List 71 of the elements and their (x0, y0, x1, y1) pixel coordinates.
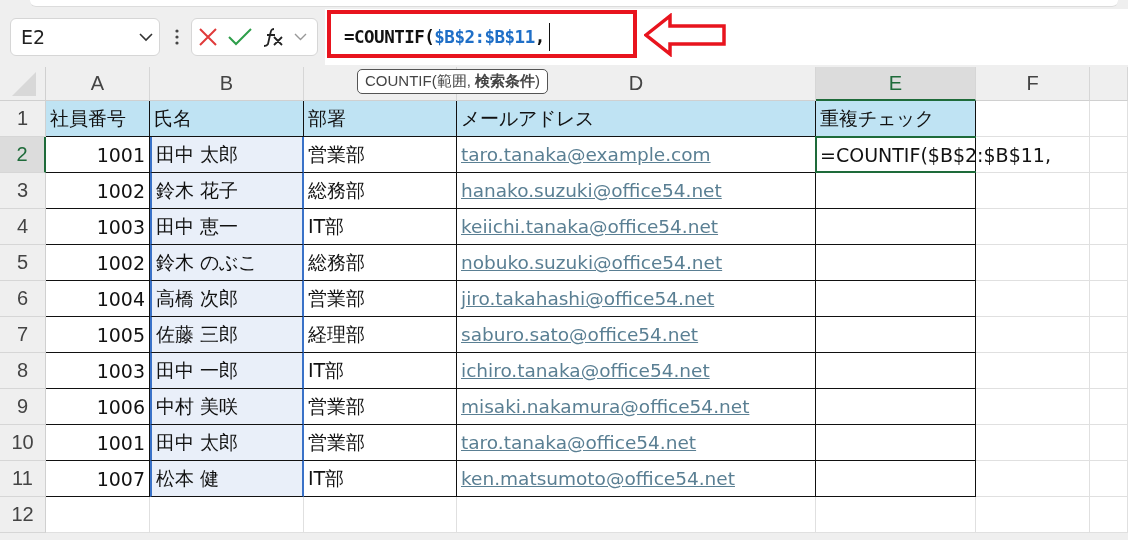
name-cell: 田中 太郎 (150, 425, 304, 461)
empty-cell (1090, 101, 1128, 137)
email-link[interactable]: ichiro.tanaka@office54.net (461, 360, 710, 381)
formula-input[interactable]: =COUNTIF($B$2:$B$11, (325, 9, 1128, 65)
email-link[interactable]: ken.matsumoto@office54.net (461, 468, 735, 489)
column-header[interactable]: F (976, 67, 1090, 101)
name-cell: 高橋 次郎 (150, 281, 304, 317)
department-cell: 経理部 (304, 317, 457, 353)
name-cell: 鈴木 のぶこ (150, 245, 304, 281)
empty-cell (1090, 353, 1128, 389)
department-cell: 営業部 (304, 281, 457, 317)
caret-icon[interactable] (294, 33, 307, 41)
empty-cell (1090, 173, 1128, 209)
arrow-icon (644, 13, 726, 57)
empty-cell (1090, 281, 1128, 317)
name-box[interactable]: E2 (10, 18, 160, 56)
department-cell: 総務部 (304, 245, 457, 281)
email-link[interactable]: taro.tanaka@office54.net (461, 432, 697, 453)
cancel-icon[interactable] (198, 27, 218, 47)
name-cell: 佐藤 三郎 (150, 317, 304, 353)
empty-cell (1090, 389, 1128, 425)
empty-cell (1090, 461, 1128, 497)
empty-cell (1090, 209, 1128, 245)
row-header[interactable]: 12 (0, 497, 46, 533)
empty-cell (1090, 497, 1128, 533)
email-link[interactable]: saburo.sato@office54.net (461, 324, 699, 345)
row-header[interactable]: 6 (0, 281, 46, 317)
email-link[interactable]: hanako.suzuki@office54.net (461, 180, 722, 201)
name-cell: 田中 恵一 (150, 209, 304, 245)
empty-cell (1090, 317, 1128, 353)
row-header[interactable]: 1 (0, 101, 46, 137)
header-cell: 社員番号 (46, 101, 150, 137)
row-header[interactable]: 2 (0, 137, 46, 173)
more-icon[interactable] (175, 29, 179, 45)
department-cell: 営業部 (304, 425, 457, 461)
email-link[interactable]: misaki.nakamura@office54.net (461, 396, 750, 417)
row-header[interactable]: 5 (0, 245, 46, 281)
department-cell: IT部 (304, 461, 457, 497)
department-cell: 営業部 (304, 137, 457, 173)
header-cell: メールアドレス (457, 101, 816, 137)
column-header[interactable]: E (816, 67, 976, 101)
empty-cell (1090, 425, 1128, 461)
row-header[interactable]: 8 (0, 353, 46, 389)
name-cell: 田中 一郎 (150, 353, 304, 389)
empty-cell (1090, 245, 1128, 281)
name-cell: 田中 太郎 (150, 137, 304, 173)
header-cell: 氏名 (150, 101, 304, 137)
function-tooltip: COUNTIF(範囲, 検索条件) (357, 69, 548, 94)
header-cell: 部署 (304, 101, 457, 137)
row-header[interactable]: 11 (0, 461, 46, 497)
empty-cell (1090, 137, 1128, 173)
email-link[interactable]: nobuko.suzuki@office54.net (461, 252, 723, 273)
email-link[interactable]: jiro.takahashi@office54.net (461, 288, 715, 309)
function-icon[interactable] (262, 27, 284, 47)
header-cell: 重複チェック (816, 101, 976, 137)
email-link[interactable]: keiichi.tanaka@office54.net (461, 216, 719, 237)
check-icon[interactable] (228, 28, 252, 46)
department-cell: 総務部 (304, 173, 457, 209)
email-link[interactable]: taro.tanaka@example.com (461, 144, 711, 165)
name-cell: 鈴木 花子 (150, 173, 304, 209)
row-header[interactable]: 9 (0, 389, 46, 425)
row-header[interactable]: 4 (0, 209, 46, 245)
row-header[interactable]: 3 (0, 173, 46, 209)
department-cell: IT部 (304, 353, 457, 389)
row-header[interactable]: 7 (0, 317, 46, 353)
department-cell: 営業部 (304, 389, 457, 425)
row-header[interactable]: 10 (0, 425, 46, 461)
caret-icon (139, 32, 153, 42)
name-cell: 中村 美咲 (150, 389, 304, 425)
department-cell: IT部 (304, 209, 457, 245)
name-cell: 松本 健 (150, 461, 304, 497)
